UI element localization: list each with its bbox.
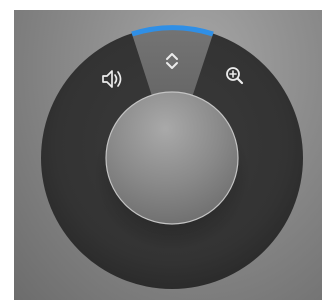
radial-dial [41,25,303,289]
center-knob[interactable] [105,91,239,225]
screen [0,0,322,300]
